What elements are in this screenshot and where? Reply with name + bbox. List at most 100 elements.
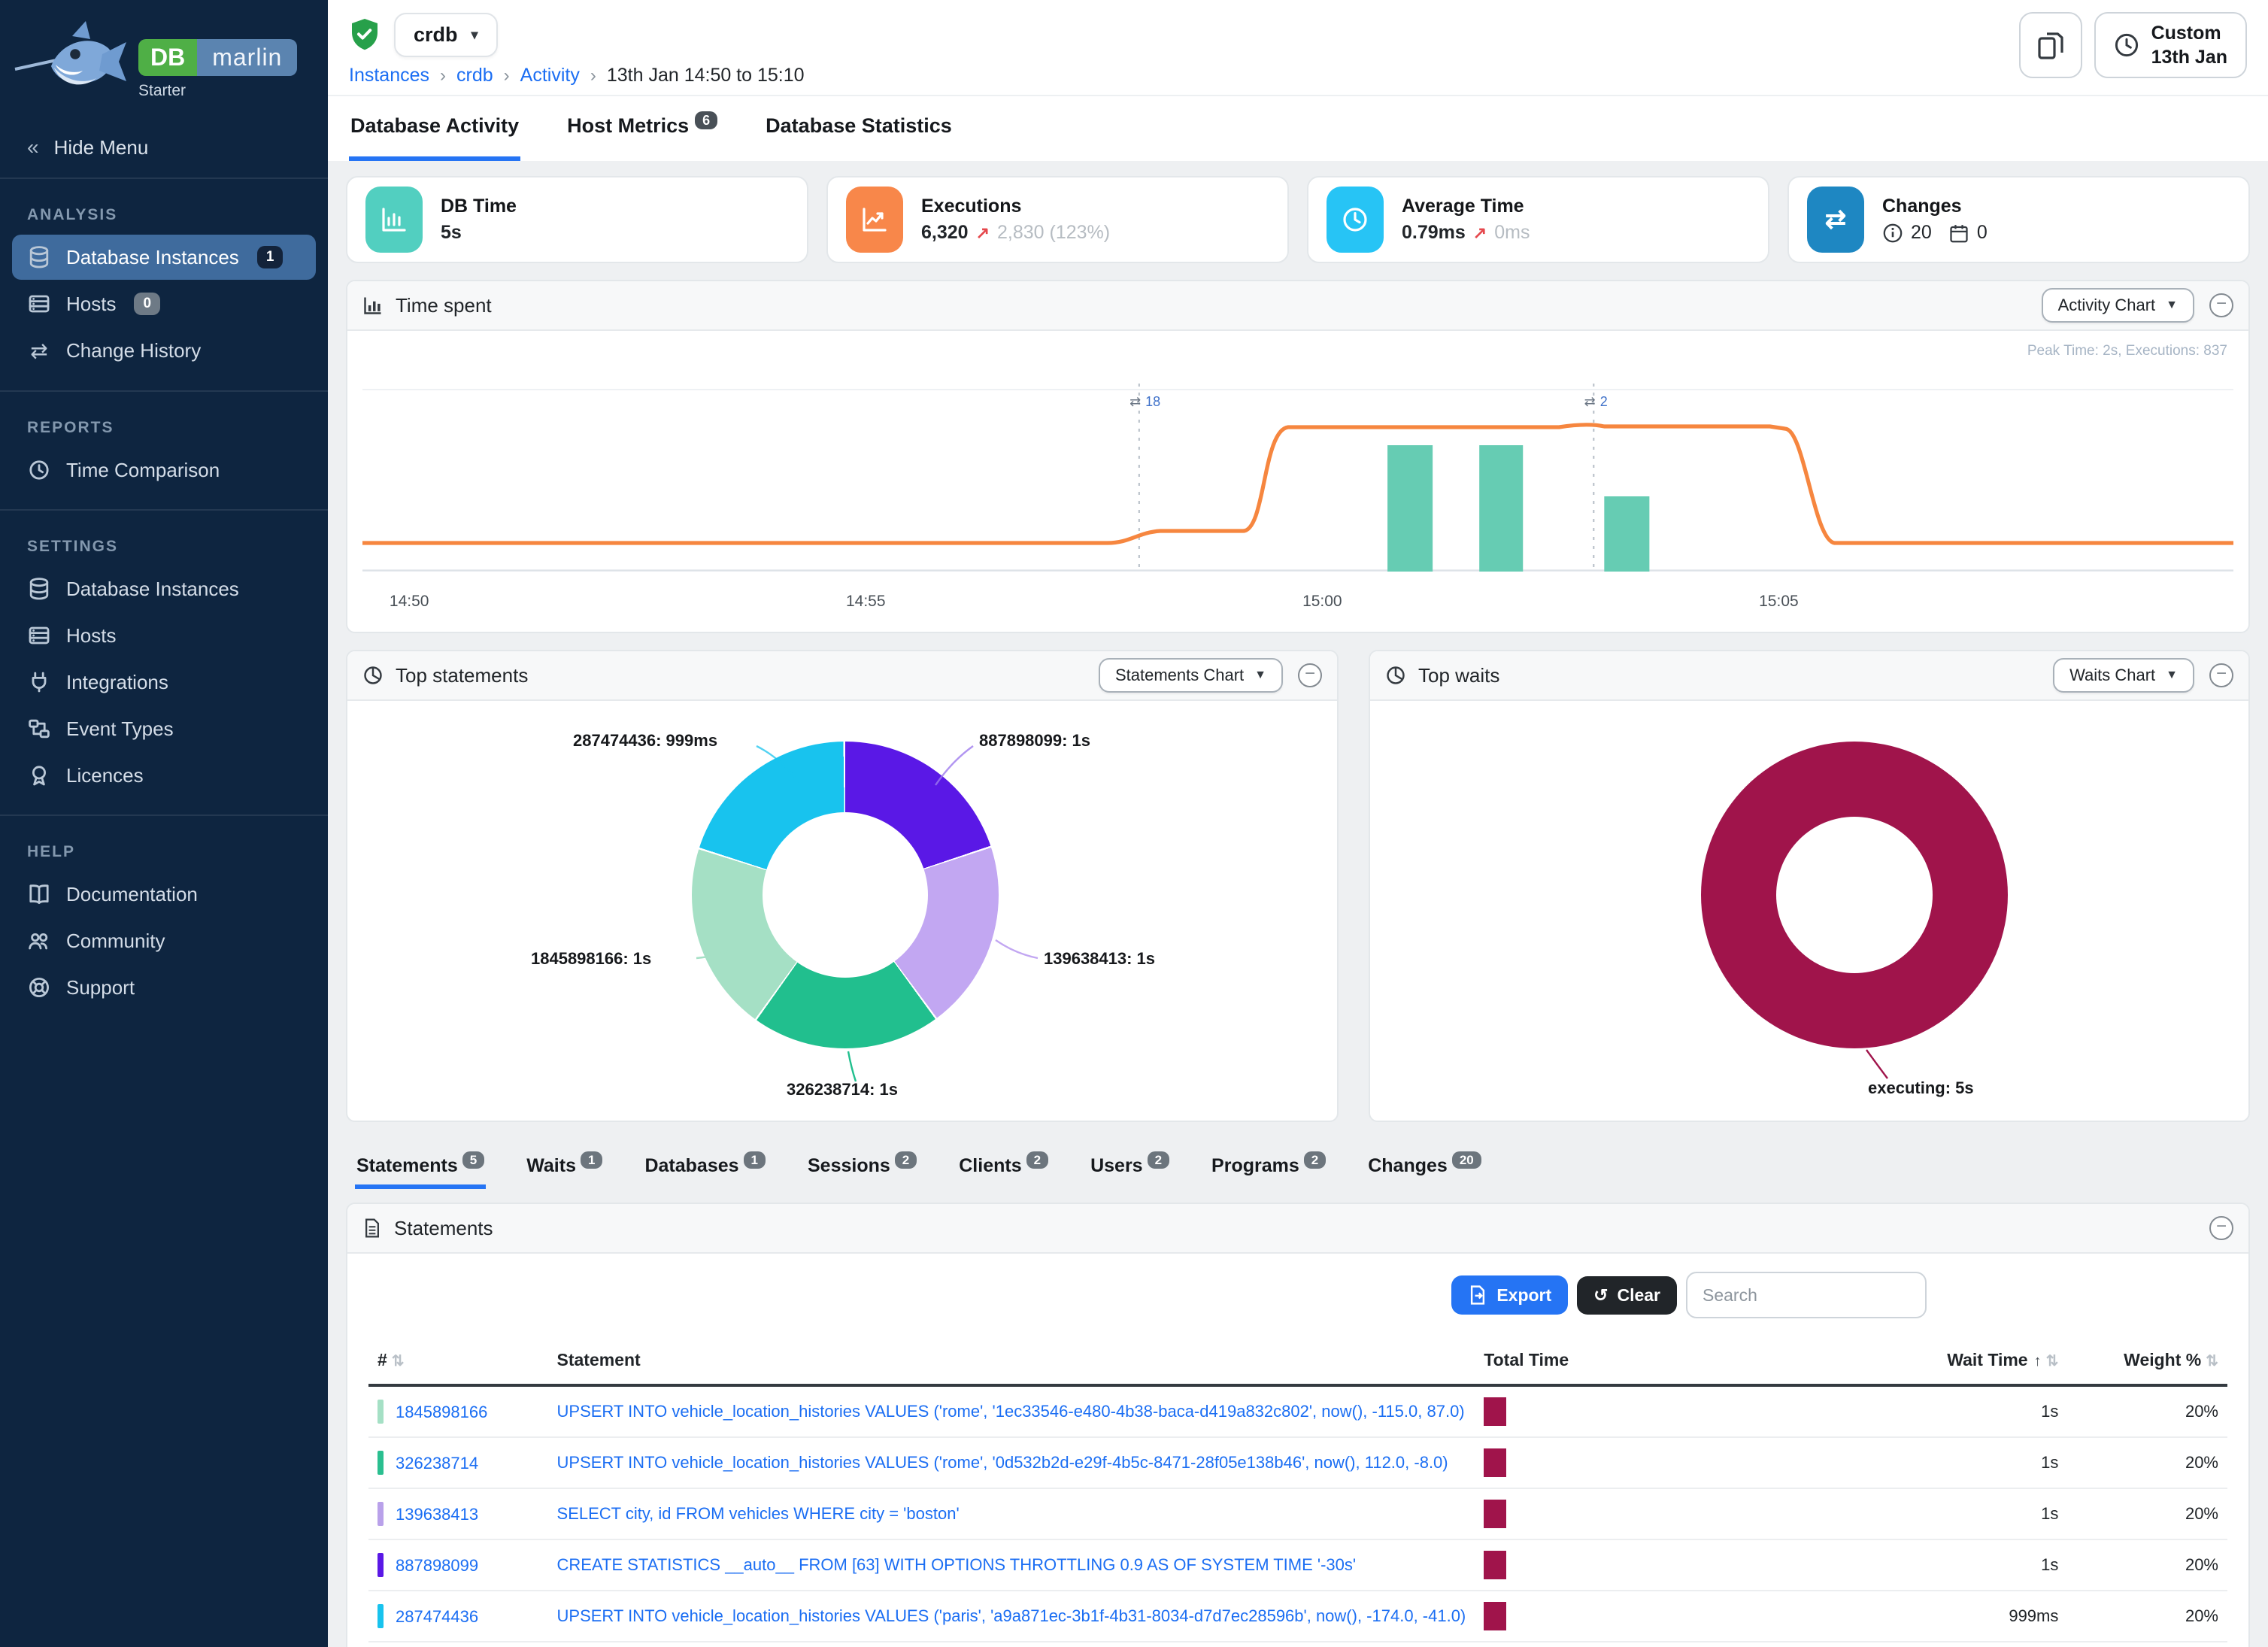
sidebar-item-support[interactable]: Support [12, 965, 316, 1010]
sidebar-item-hosts[interactable]: Hosts 0 [12, 281, 316, 326]
server-icon [27, 292, 51, 316]
waits-donut[interactable] [1701, 742, 2008, 1048]
table-header-row: #⇅ Statement Total Time Wait Time↑⇅ Weig… [368, 1336, 2227, 1385]
tab-sessions[interactable]: Sessions2 [806, 1146, 918, 1189]
weight-value: 20% [2067, 1385, 2227, 1437]
donut-label[interactable]: 326238714: 1s [787, 1080, 898, 1100]
statement-link[interactable]: UPSERT INTO vehicle_location_histories V… [557, 1453, 1448, 1472]
column-header-id[interactable]: #⇅ [368, 1336, 548, 1385]
column-header-statement[interactable]: Statement [548, 1336, 1475, 1385]
plug-icon [27, 670, 51, 694]
time-range-button[interactable]: Custom 13th Jan [2094, 12, 2247, 78]
tab-databases[interactable]: Databases1 [643, 1146, 767, 1189]
statement-link[interactable]: UPSERT INTO vehicle_location_histories V… [557, 1402, 1465, 1421]
search-input[interactable] [1686, 1272, 1927, 1318]
tab-database-statistics[interactable]: Database Statistics [764, 96, 954, 161]
sidebar-item-settings-hosts[interactable]: Hosts [12, 613, 316, 658]
statement-id-link[interactable]: 326238714 [396, 1454, 478, 1473]
donut-label[interactable]: 887898099: 1s [979, 731, 1090, 751]
chevrons-left-icon: « [27, 135, 39, 159]
sidebar-item-time-comparison[interactable]: Time Comparison [12, 447, 316, 493]
weight-value: 20% [2067, 1539, 2227, 1591]
sidebar-item-database-instances[interactable]: Database Instances 1 [12, 235, 316, 280]
waits-chart-dropdown[interactable]: Waits Chart ▼ [2053, 658, 2194, 693]
clear-button[interactable]: ↺ Clear [1577, 1276, 1677, 1315]
tab-users[interactable]: Users2 [1089, 1146, 1171, 1189]
sidebar-item-settings-database-instances[interactable]: Database Instances [12, 566, 316, 611]
statement-id-link[interactable]: 1845898166 [396, 1403, 487, 1421]
time-spent-header: Time spent Activity Chart ▼ − [347, 281, 2248, 331]
activity-chart-dropdown[interactable]: Activity Chart ▼ [2042, 288, 2194, 323]
donut-label[interactable]: 287474436: 999ms [573, 731, 717, 751]
tab-badge: 2 [1148, 1151, 1169, 1169]
people-icon [27, 929, 51, 953]
breadcrumb-link-activity[interactable]: Activity [520, 65, 580, 86]
brand-logo: DB marlin Starter [0, 0, 328, 120]
statement-link[interactable]: UPSERT INTO vehicle_location_histories V… [557, 1606, 1466, 1625]
collapse-panel-icon[interactable]: − [2209, 293, 2233, 317]
donut-label[interactable]: 1845898166: 1s [531, 949, 651, 969]
exchange-icon: ⇄ [27, 338, 51, 363]
column-header-total-time[interactable]: Total Time [1475, 1336, 1772, 1385]
tab-badge: 1 [744, 1151, 766, 1169]
table-toolbar: Export ↺ Clear [368, 1272, 1927, 1318]
breadcrumb-separator: › [504, 65, 510, 86]
column-header-wait-time[interactable]: Wait Time↑⇅ [1772, 1336, 2067, 1385]
panel-title: Top statements [396, 664, 528, 687]
donut-label[interactable]: 139638413: 1s [1044, 949, 1155, 969]
tab-programs[interactable]: Programs2 [1210, 1146, 1327, 1189]
total-time-bar [1484, 1448, 1506, 1477]
statement-id-link[interactable]: 887898099 [396, 1556, 478, 1575]
exchange-icon: ⇄ [1807, 187, 1864, 253]
main-area: crdb ▾ Instances › crdb › Activity › 13t… [328, 0, 2268, 1647]
collapse-panel-icon[interactable]: − [2209, 663, 2233, 687]
activity-chart-plot[interactable]: ⇄18 ⇄2 [362, 376, 2233, 572]
table-row: 139638413 SELECT city, id FROM vehicles … [368, 1488, 2227, 1539]
info-icon [1882, 223, 1903, 244]
tab-badge: 20 [1452, 1151, 1481, 1169]
pie-chart-icon [1385, 665, 1406, 686]
statements-donut[interactable] [692, 742, 999, 1048]
sidebar-item-event-types[interactable]: Event Types [12, 706, 316, 751]
clock-icon [1327, 187, 1384, 253]
collapse-panel-icon[interactable]: − [2209, 1216, 2233, 1240]
pie-chart-icon [362, 665, 384, 686]
sidebar-item-community[interactable]: Community [12, 918, 316, 963]
statement-link[interactable]: SELECT city, id FROM vehicles WHERE city… [557, 1504, 960, 1523]
change-annotation[interactable]: ⇄2 [1584, 394, 1608, 410]
statement-color-marker [377, 1604, 384, 1628]
export-button[interactable]: Export [1451, 1275, 1568, 1315]
collapse-panel-icon[interactable]: − [1298, 663, 1322, 687]
peak-note: Peak Time: 2s, Executions: 837 [2027, 343, 2227, 359]
card-db-time: DB Time 5s [346, 176, 808, 263]
statements-chart-dropdown[interactable]: Statements Chart ▼ [1099, 658, 1283, 693]
tab-clients[interactable]: Clients2 [957, 1146, 1050, 1189]
chevron-down-icon: ▾ [471, 27, 478, 43]
statement-id-link[interactable]: 139638413 [396, 1505, 478, 1524]
tab-waits[interactable]: Waits1 [525, 1146, 604, 1189]
breadcrumb-link-crdb[interactable]: crdb [456, 65, 493, 86]
topbar: crdb ▾ Instances › crdb › Activity › 13t… [328, 0, 2268, 96]
breadcrumb-separator: › [440, 65, 446, 86]
statement-link[interactable]: CREATE STATISTICS __auto__ FROM [63] WIT… [557, 1555, 1357, 1574]
statement-id-link[interactable]: 287474436 [396, 1607, 478, 1626]
breadcrumb-link-instances[interactable]: Instances [349, 65, 429, 86]
sort-icon: ⇅ [392, 1353, 405, 1369]
hide-menu-button[interactable]: « Hide Menu [0, 120, 328, 179]
column-header-weight[interactable]: Weight %⇅ [2067, 1336, 2227, 1385]
sidebar-item-licences[interactable]: Licences [12, 753, 316, 798]
card-value: 5s [441, 222, 462, 244]
weight-value: 20% [2067, 1591, 2227, 1642]
tab-database-activity[interactable]: Database Activity [349, 96, 520, 161]
sidebar-item-change-history[interactable]: ⇄ Change History [12, 328, 316, 374]
tab-statements[interactable]: Statements5 [355, 1146, 486, 1189]
copy-link-button[interactable] [2019, 12, 2082, 78]
tab-host-metrics[interactable]: Host Metrics6 [565, 96, 719, 161]
sidebar-item-integrations[interactable]: Integrations [12, 660, 316, 705]
instance-selector[interactable]: crdb ▾ [394, 13, 498, 57]
donut-label[interactable]: executing: 5s [1868, 1078, 1974, 1098]
tab-changes[interactable]: Changes20 [1366, 1146, 1483, 1189]
caret-down-icon: ▼ [1254, 669, 1266, 682]
sidebar-item-documentation[interactable]: Documentation [12, 872, 316, 917]
change-annotation[interactable]: ⇄18 [1129, 394, 1160, 410]
